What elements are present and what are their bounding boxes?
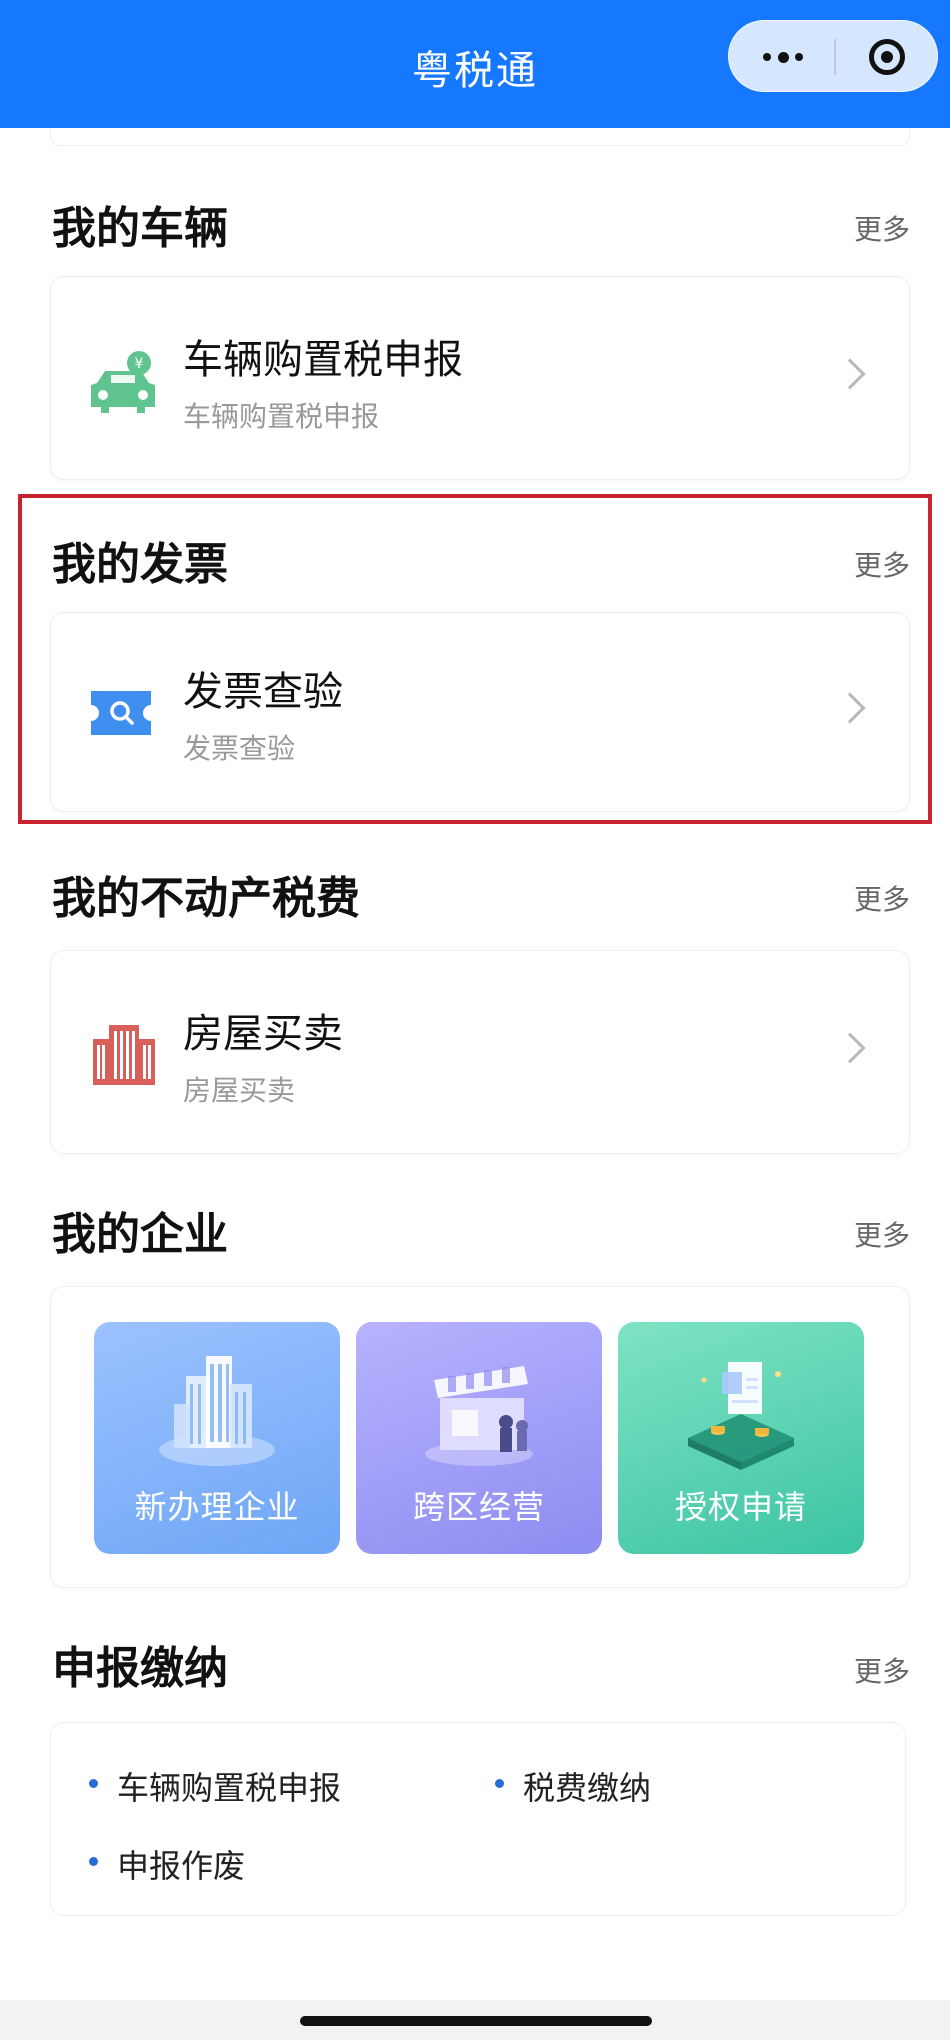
svg-text:¥: ¥ <box>135 356 144 372</box>
property-item-title: 房屋买卖 <box>183 1011 343 1057</box>
invoice-item-subtitle: 发票查验 <box>183 732 296 765</box>
more-link-property[interactable]: 更多 <box>854 878 910 918</box>
tile-label: 新办理企业 <box>134 1488 300 1526</box>
storefront-illustration <box>425 1366 533 1466</box>
invoice-verify-card[interactable]: 发票查验 发票查验 <box>50 612 910 812</box>
enterprise-tiles: 新办理企业 跨区经营 授权申请 <box>94 1322 864 1554</box>
tile-authorization[interactable]: 授权申请 <box>618 1322 864 1554</box>
chevron-right-icon <box>834 1032 866 1064</box>
home-indicator[interactable] <box>300 2016 652 2026</box>
section-title-declare: 申报缴纳 <box>52 1643 228 1694</box>
vehicle-purchase-tax-card[interactable]: ¥ 车辆购置税申报 车辆购置税申报 <box>50 276 910 480</box>
tile-label: 授权申请 <box>674 1488 807 1526</box>
invoice-item-title: 发票查验 <box>183 669 343 715</box>
tile-cross-region[interactable]: 跨区经营 <box>356 1322 602 1554</box>
capsule-divider <box>834 39 836 75</box>
property-item-subtitle: 房屋买卖 <box>183 1074 296 1107</box>
link-vehicle-tax-declare[interactable]: 车辆购置税申报 <box>88 1763 341 1809</box>
more-link-vehicles[interactable]: 更多 <box>854 208 910 248</box>
declare-links-card: 车辆购置税申报 税费缴纳 申报作废 <box>50 1722 906 1916</box>
tile-new-enterprise[interactable]: 新办理企业 <box>94 1322 340 1554</box>
section-title-enterprise: 我的企业 <box>52 1209 228 1260</box>
section-title-invoices: 我的发票 <box>52 539 228 590</box>
previous-card-edge <box>50 128 910 146</box>
city-buildings-illustration <box>159 1356 275 1466</box>
link-declare-void[interactable]: 申报作废 <box>88 1841 245 1887</box>
section-title-property: 我的不动产税费 <box>52 873 360 924</box>
invoice-search-icon <box>87 687 155 743</box>
more-link-enterprise[interactable]: 更多 <box>854 1214 910 1254</box>
vehicle-item-title: 车辆购置税申报 <box>183 337 463 383</box>
chevron-right-icon <box>834 358 866 390</box>
chevron-right-icon <box>834 692 866 724</box>
link-tax-payment[interactable]: 税费缴纳 <box>494 1763 651 1809</box>
close-miniprogram-icon[interactable] <box>869 39 905 75</box>
more-link-invoices[interactable]: 更多 <box>854 544 910 584</box>
mini-program-capsule <box>728 20 938 92</box>
mini-program-navbar: 粤税通 <box>0 0 950 128</box>
vehicle-item-subtitle: 车辆购置税申报 <box>183 400 380 433</box>
more-menu-icon[interactable] <box>763 43 803 71</box>
document-coins-illustration <box>688 1362 794 1470</box>
tile-label: 跨区经营 <box>412 1488 545 1526</box>
more-link-declare[interactable]: 更多 <box>854 1650 910 1690</box>
building-icon <box>91 1021 157 1091</box>
section-title-vehicles: 我的车辆 <box>52 203 228 254</box>
house-sale-card[interactable]: 房屋买卖 房屋买卖 <box>50 950 910 1154</box>
car-yuan-icon: ¥ <box>87 349 167 423</box>
